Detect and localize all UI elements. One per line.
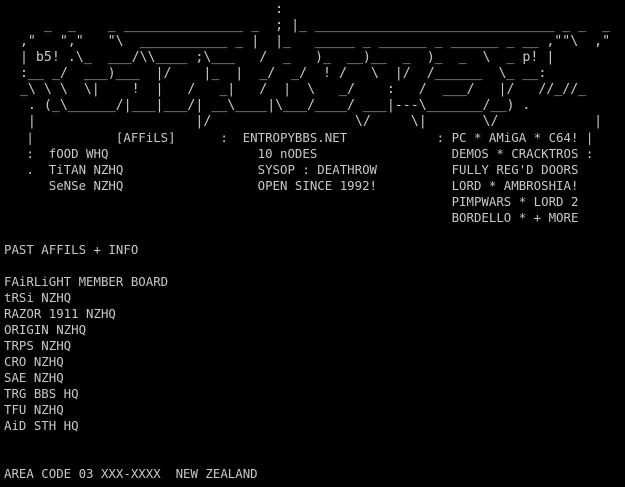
past-affil-item: FAiRLiGHT MEMBER BOARD xyxy=(4,274,169,289)
ansi-logo-art: : _ _ _ _______________ _ ; |_ _________… xyxy=(4,2,610,130)
past-affils-list: FAiRLiGHT MEMBER BOARD tRSi NZHQ RAZOR 191… xyxy=(4,274,168,434)
info-line: | [AFFiLS] : ENTROPYBBS.NET : PC * AMiGA… xyxy=(4,130,594,145)
past-affils-title: PAST AFFILS + INFO xyxy=(4,242,139,257)
info-line: SeNSe NZHQ OPEN SINCE 1992! LORD * AMBRO… xyxy=(4,178,579,193)
bbs-terminal-screen: : _ _ _ _______________ _ ; |_ _________… xyxy=(0,0,625,487)
area-code-line: AREA CODE 03 XXX-XXXX NEW ZEALAND xyxy=(4,466,258,481)
art-line: _\ \ \ \| ! | / _| / | \ _/ : / ___/ |/ … xyxy=(4,82,587,97)
art-line: ," "," "\ ___________ _ | |_ _____ _ ___… xyxy=(4,34,611,49)
art-line: | |/ \/ \| \/ | xyxy=(4,114,603,129)
past-affil-item: CRO NZHQ xyxy=(4,354,64,369)
past-affils-heading: PAST AFFILS + INFO xyxy=(4,242,138,258)
past-affil-item: tRSi NZHQ xyxy=(4,290,72,305)
art-line: . (_\______/|___|___/| __\____|\___/____… xyxy=(4,98,531,113)
bbs-info-panel: | [AFFiLS] : ENTROPYBBS.NET : PC * AMiGA… xyxy=(4,130,593,226)
art-line: :__ _/ ___)___ |/ |_ | _/ _/ ! / \ |/ /_… xyxy=(4,66,547,81)
past-affil-item: TRG BBS HQ xyxy=(4,386,79,401)
art-line: _ _ _ _______________ _ ; |_ ___________… xyxy=(4,18,611,33)
art-line: | b5! .\_ ___/\\____ ;\___ / _ )_ __)__ … xyxy=(4,50,555,65)
past-affil-item: TRPS NZHQ xyxy=(4,338,72,353)
past-affil-item: TFU NZHQ xyxy=(4,402,64,417)
info-line: PIMPWARS * LORD 2 xyxy=(4,194,579,209)
info-line: BORDELLO * + MORE xyxy=(4,210,579,225)
art-line: : xyxy=(4,2,284,17)
footer-area-code: AREA CODE 03 XXX-XXXX NEW ZEALAND xyxy=(4,466,258,482)
past-affil-item: RAZOR 1911 NZHQ xyxy=(4,306,116,321)
info-line: . TiTAN NZHQ SYSOP : DEATHROW FULLY REG'… xyxy=(4,162,579,177)
info-line: : fOOD WHQ 10 nODES DEMOS * CRACKTROS : xyxy=(4,146,594,161)
past-affil-item: SAE NZHQ xyxy=(4,370,64,385)
past-affil-item: ORIGIN NZHQ xyxy=(4,322,87,337)
past-affil-item: AiD STH HQ xyxy=(4,418,79,433)
